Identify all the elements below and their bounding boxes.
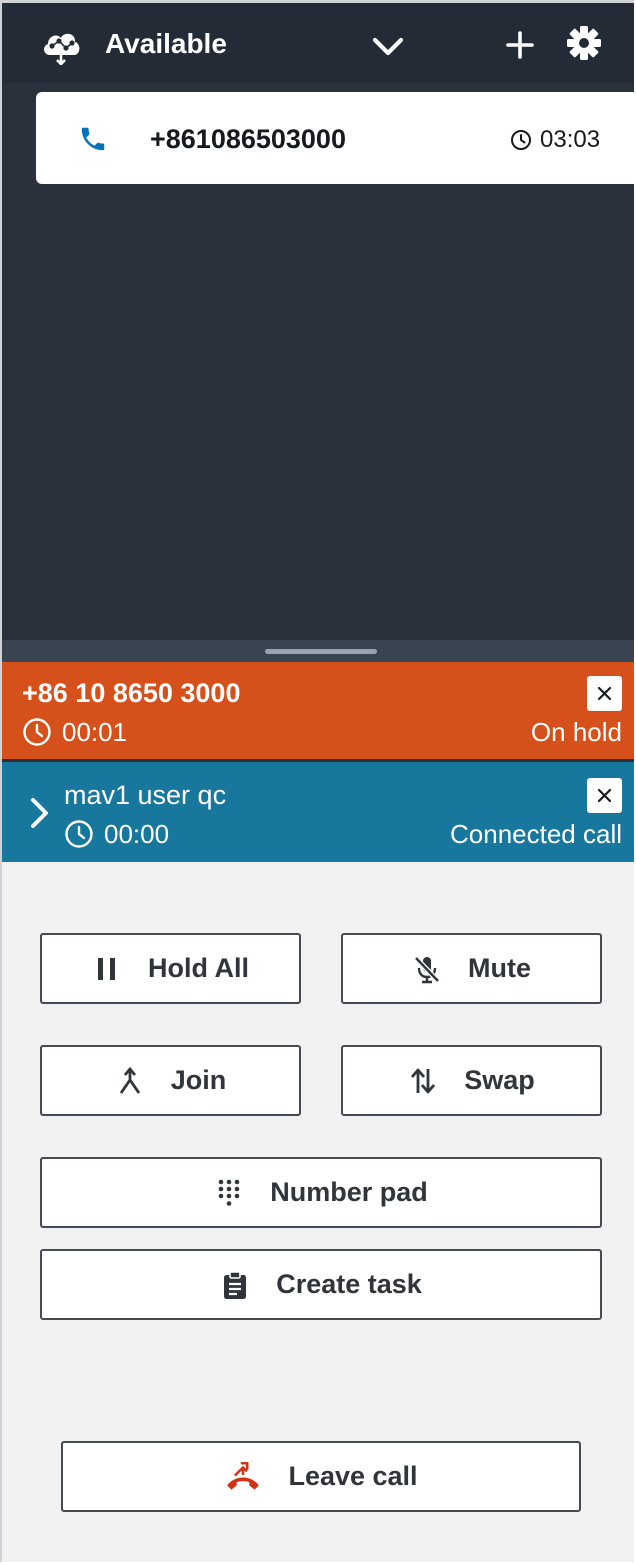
dialpad-icon — [218, 1179, 240, 1206]
clock-icon — [511, 130, 531, 150]
join-button[interactable]: Join — [40, 1045, 301, 1116]
resize-handle[interactable] — [2, 640, 634, 662]
microphone-off-icon — [414, 955, 440, 983]
ccp-window: Available +861086503000 03:03 +86 10 865… — [0, 0, 634, 1562]
contact-card[interactable]: +861086503000 03:03 — [36, 92, 634, 184]
connection-name: +86 10 8650 3000 — [22, 678, 241, 708]
connection-state: On hold — [530, 717, 622, 747]
create-task-label: Create task — [276, 1269, 422, 1299]
resize-grip[interactable] — [265, 649, 377, 654]
agent-status-label[interactable]: Available — [105, 28, 227, 60]
connection-state: Connected call — [450, 819, 622, 849]
leave-call-label: Leave call — [288, 1461, 418, 1491]
number-pad-button[interactable]: Number pad — [40, 1157, 602, 1228]
status-bar: Available — [2, 3, 634, 83]
connection-connected[interactable]: mav1 user qc 00:00 Connected call — [2, 762, 634, 862]
connection-timer: 00:01 — [62, 717, 128, 747]
close-icon — [597, 788, 612, 803]
clock-icon — [23, 718, 51, 746]
mute-label: Mute — [468, 953, 531, 983]
close-connection-button[interactable] — [587, 676, 622, 711]
phone-icon — [81, 127, 105, 151]
clock-icon — [65, 820, 93, 848]
join-label: Join — [170, 1065, 227, 1095]
contact-duration: 03:03 — [540, 126, 601, 153]
chevron-down-icon[interactable] — [370, 29, 406, 65]
close-icon — [597, 686, 612, 701]
mute-button[interactable]: Mute — [341, 933, 602, 1004]
swap-label: Swap — [464, 1065, 535, 1095]
number-pad-label: Number pad — [270, 1177, 428, 1207]
chevron-right-icon[interactable] — [28, 796, 52, 830]
swap-button[interactable]: Swap — [341, 1045, 602, 1116]
clipboard-icon — [224, 1270, 247, 1299]
hold-all-label: Hold All — [148, 953, 249, 983]
plus-icon[interactable] — [502, 27, 538, 63]
leave-call-button[interactable]: Leave call — [61, 1441, 581, 1512]
connection-timer: 00:00 — [104, 819, 170, 849]
connection-name: mav1 user qc — [64, 780, 227, 810]
create-task-button[interactable]: Create task — [40, 1249, 602, 1320]
leave-call-icon — [227, 1461, 260, 1490]
swap-icon — [411, 1068, 436, 1093]
gear-icon[interactable] — [565, 24, 603, 62]
contact-phone-number: +861086503000 — [150, 124, 346, 154]
close-connection-button[interactable] — [587, 778, 622, 813]
call-actions-panel: Hold All Mute Join Swap Number pad Creat… — [2, 862, 634, 1562]
merge-icon — [119, 1066, 140, 1094]
cloud-network-icon — [44, 33, 80, 65]
hold-all-button[interactable]: Hold All — [40, 933, 301, 1004]
connection-on-hold[interactable]: +86 10 8650 3000 00:01 On hold — [2, 662, 634, 759]
pause-icon — [98, 957, 115, 980]
